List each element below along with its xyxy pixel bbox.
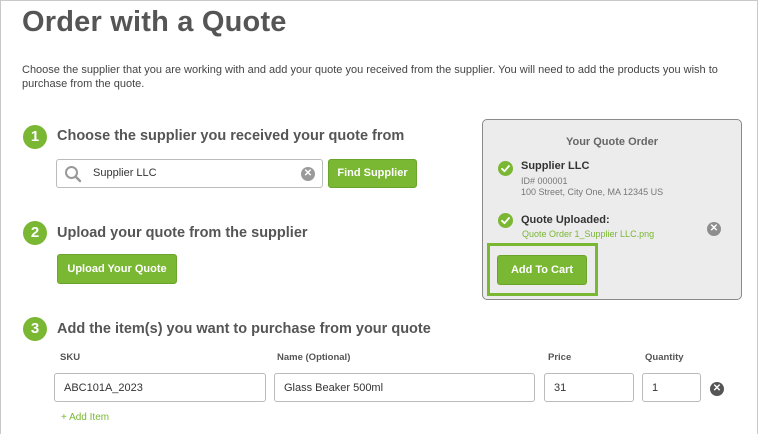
quote-file-link[interactable]: Quote Order 1_Supplier LLC.png [522,229,654,239]
column-header-sku: SKU [60,352,81,363]
find-supplier-button[interactable]: Find Supplier [328,159,417,188]
add-item-link[interactable]: + Add Item [61,412,109,423]
step-2-badge: 2 [23,221,47,245]
search-icon [64,165,82,188]
upload-quote-button[interactable]: Upload Your Quote [57,254,177,284]
add-to-cart-button[interactable]: Add To Cart [497,255,587,285]
name-field[interactable]: Glass Beaker 500ml [274,373,535,402]
quote-panel-title: Your Quote Order [565,136,659,148]
supplier-address: 100 Street, City One, MA 12345 US [521,187,664,197]
supplier-name: Supplier LLC [521,160,590,172]
step-3-title: Add the item(s) you want to purchase fro… [57,321,431,337]
intro-text: Choose the supplier that you are working… [22,64,718,90]
check-icon [498,161,513,176]
step-1-title: Choose the supplier you received your qu… [57,128,405,144]
step-3-badge: 3 [23,317,47,341]
supplier-id: ID# 000001 [521,176,568,186]
clear-icon[interactable]: ✕ [301,167,315,181]
quote-uploaded-label: Quote Uploaded: [521,214,610,226]
remove-icon[interactable]: ✕ [707,222,721,236]
column-header-price: Price [548,352,572,363]
page-title: Order with a Quote [22,6,287,38]
supplier-search-value: Supplier LLC [93,167,157,179]
quantity-field[interactable]: 1 [642,373,701,402]
step-2-title: Upload your quote from the supplier [57,225,308,241]
supplier-search-input[interactable]: Supplier LLC ✕ [56,159,323,188]
column-header-name: Name (Optional) [277,352,351,363]
price-field[interactable]: 31 [544,373,634,402]
check-icon [498,213,513,228]
sku-field[interactable]: ABC101A_2023 [54,373,266,402]
remove-row-icon[interactable]: ✕ [710,382,724,396]
column-header-quantity: Quantity [645,352,684,363]
step-1-badge: 1 [23,125,47,149]
